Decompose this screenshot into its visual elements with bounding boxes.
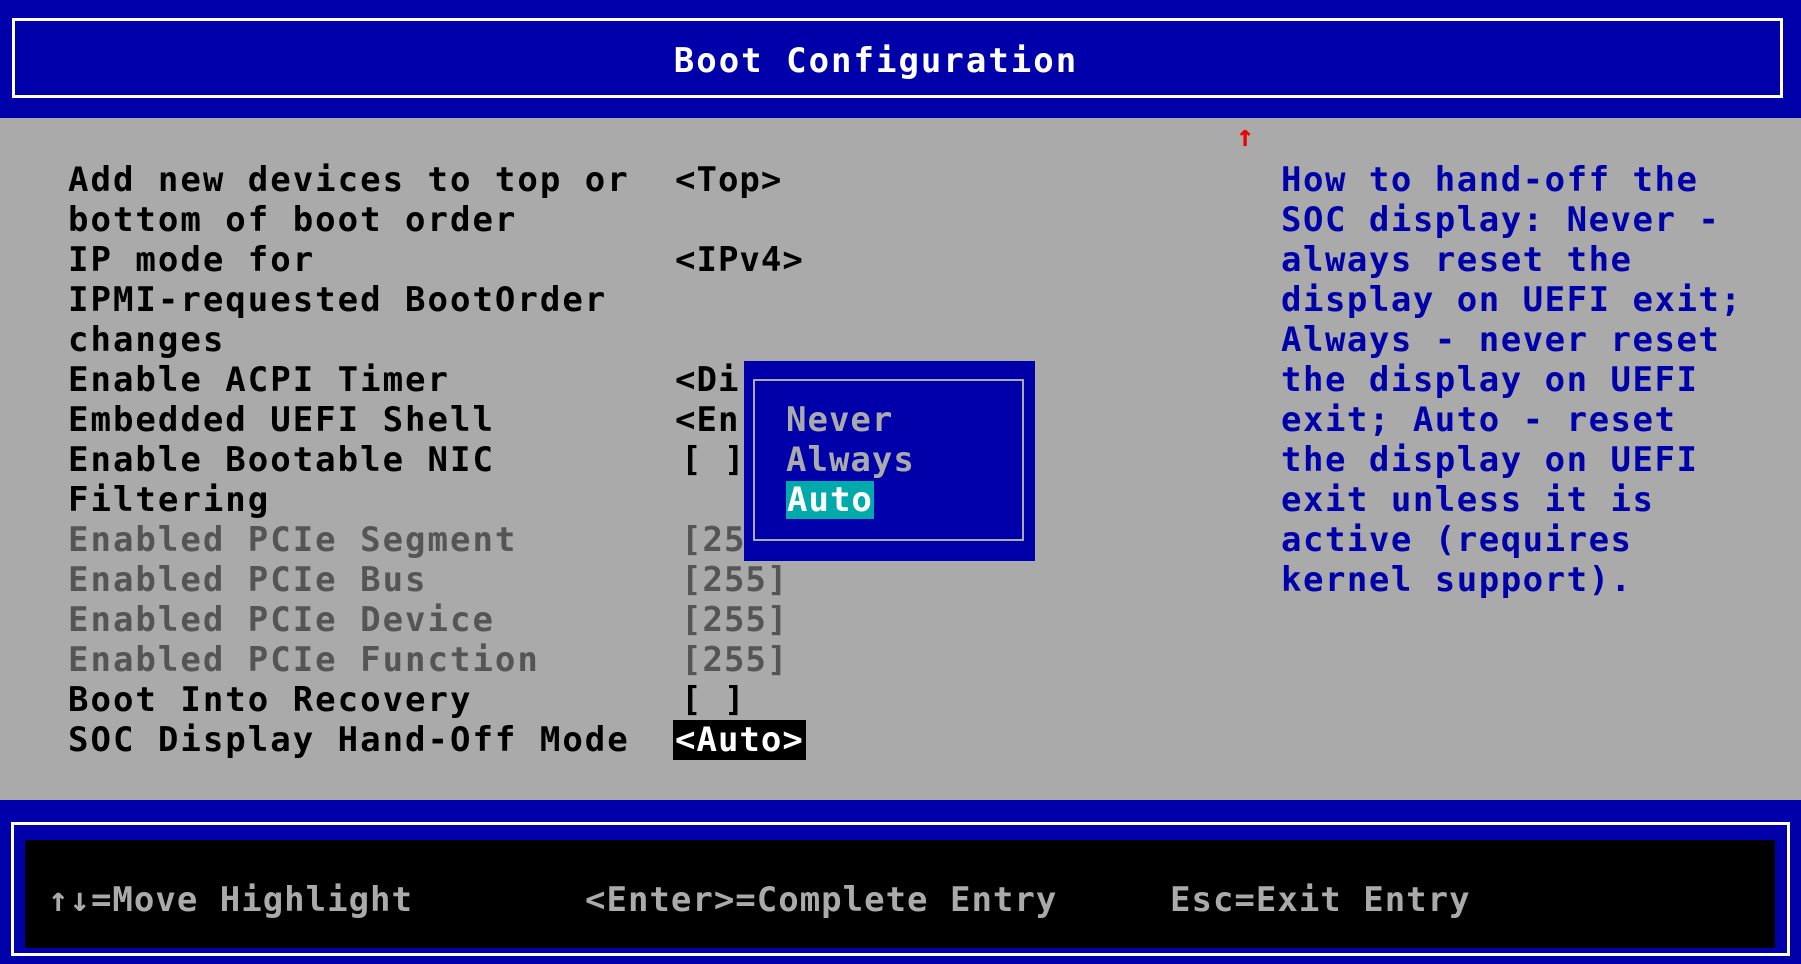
- footer-hint-esc: Esc=Exit Entry: [1170, 880, 1471, 920]
- help-text-line: SOC display: Never -: [1281, 200, 1721, 240]
- popup-option-auto[interactable]: Auto: [786, 481, 874, 519]
- option-label-pcie-segment: Enabled PCIe Segment: [68, 520, 518, 560]
- footer-hint-enter: <Enter>=Complete Entry: [585, 880, 1058, 920]
- page-title: Boot Configuration: [673, 41, 1079, 81]
- help-text-line: the display on UEFI: [1281, 360, 1699, 400]
- option-label-ip-mode[interactable]: IP mode for IPMI-requested BootOrder cha…: [68, 240, 607, 360]
- option-label-bootable-nic-filtering[interactable]: Enable Bootable NIC Filtering: [68, 440, 495, 520]
- option-checkbox-bootable-nic-filtering[interactable]: [ ]: [681, 440, 745, 480]
- help-text-line: the display on UEFI: [1281, 440, 1699, 480]
- option-popup: Never Always Auto: [744, 361, 1035, 561]
- option-value-soc-display-handoff[interactable]: <Auto>: [673, 720, 806, 760]
- footer-hint-move: ↑↓=Move Highlight: [48, 880, 413, 920]
- option-value-pcie-bus: [255]: [681, 560, 789, 600]
- option-value-pcie-device: [255]: [681, 600, 789, 640]
- help-text-line: exit; Auto - reset: [1281, 400, 1677, 440]
- option-value-boot-order-position[interactable]: <Top>: [675, 160, 782, 200]
- help-text-line: kernel support).: [1281, 560, 1633, 600]
- popup-option-never[interactable]: Never: [786, 401, 893, 439]
- popup-option-always[interactable]: Always: [786, 441, 915, 479]
- option-value-ip-mode[interactable]: <IPv4>: [675, 240, 804, 280]
- option-label-boot-order-position[interactable]: Add new devices to top or bottom of boot…: [68, 160, 630, 240]
- option-label-pcie-bus: Enabled PCIe Bus: [68, 560, 428, 600]
- help-text-line: exit unless it is: [1281, 480, 1655, 520]
- option-value-pcie-function: [255]: [681, 640, 789, 680]
- option-label-pcie-function: Enabled PCIe Function: [68, 640, 540, 680]
- option-label-pcie-device: Enabled PCIe Device: [68, 600, 495, 640]
- option-label-acpi-timer[interactable]: Enable ACPI Timer: [68, 360, 450, 400]
- option-value-acpi-timer[interactable]: <Di: [675, 360, 739, 400]
- help-text-line: always reset the: [1281, 240, 1633, 280]
- option-value-pcie-segment: [25: [681, 520, 746, 560]
- help-text-line: display on UEFI exit;: [1281, 280, 1743, 320]
- help-text-line: active (requires: [1281, 520, 1633, 560]
- help-text-line: How to hand-off the: [1281, 160, 1699, 200]
- option-label-soc-display-handoff[interactable]: SOC Display Hand-Off Mode: [68, 720, 630, 760]
- option-label-boot-into-recovery[interactable]: Boot Into Recovery: [68, 680, 472, 720]
- scroll-up-icon[interactable]: ↑: [1236, 122, 1254, 152]
- help-text-line: Always - never reset: [1281, 320, 1721, 360]
- option-value-uefi-shell[interactable]: <En: [675, 400, 739, 440]
- option-label-uefi-shell[interactable]: Embedded UEFI Shell: [68, 400, 495, 440]
- option-checkbox-boot-into-recovery[interactable]: [ ]: [681, 680, 745, 720]
